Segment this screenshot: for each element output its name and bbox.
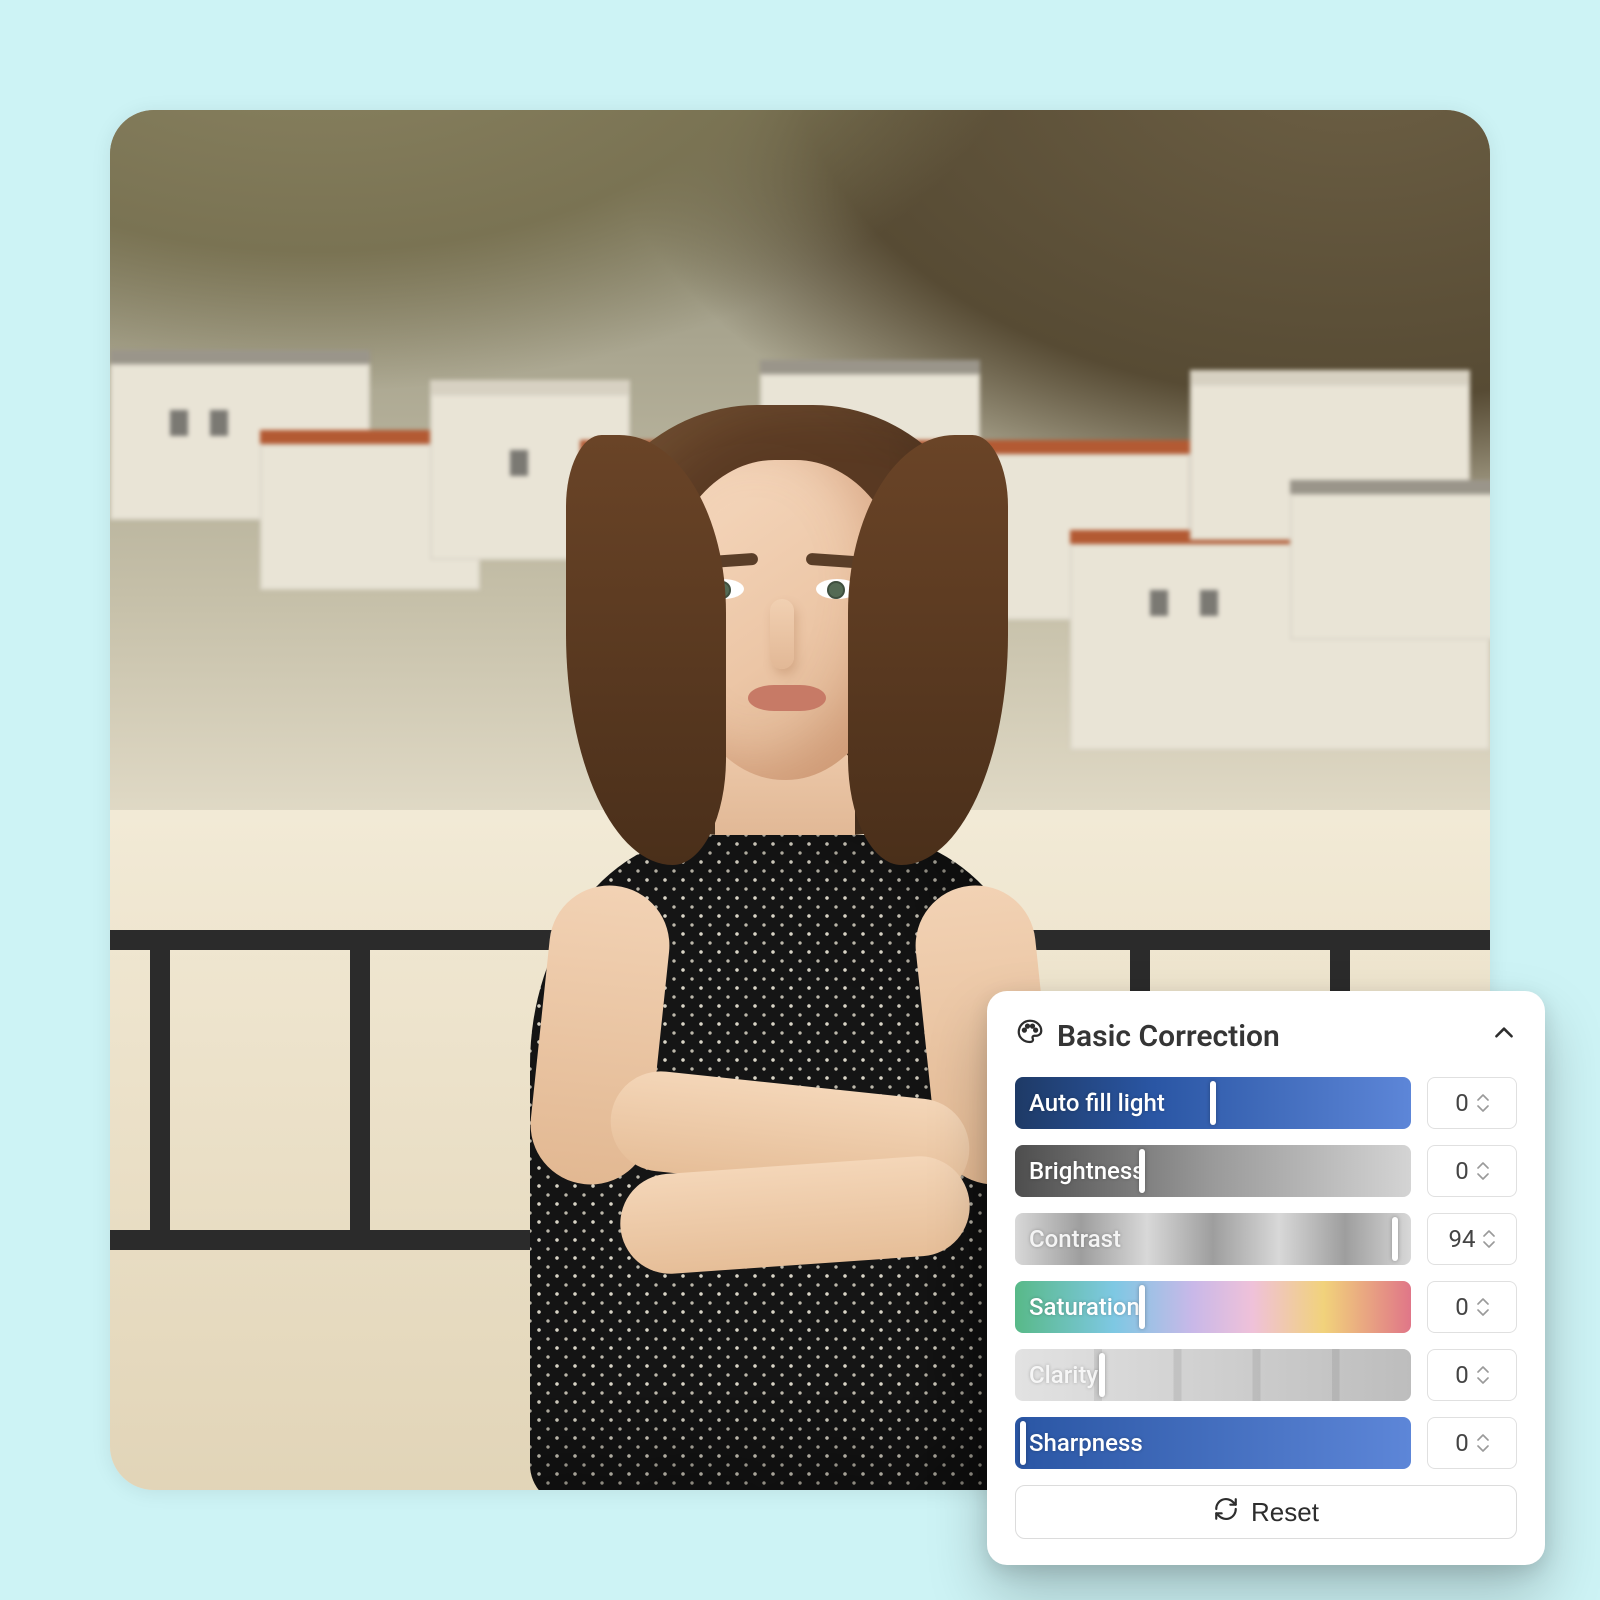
stepper-icon[interactable]: [1477, 1298, 1489, 1316]
clarity-slider[interactable]: Clarity: [1015, 1349, 1411, 1401]
panel-title: Basic Correction: [1057, 1019, 1280, 1054]
sharp-slider[interactable]: Sharpness: [1015, 1417, 1411, 1469]
basic-correction-panel: Basic Correction Auto fill light0Brightn…: [987, 991, 1545, 1565]
reset-button[interactable]: Reset: [1015, 1485, 1517, 1539]
slider-row-clarity: Clarity 0: [1015, 1349, 1517, 1401]
sharp-value: 0: [1455, 1429, 1469, 1457]
autofill-thumb[interactable]: [1210, 1081, 1216, 1125]
bright-thumb[interactable]: [1139, 1149, 1145, 1193]
contrast-value-box[interactable]: 94: [1427, 1213, 1517, 1265]
stepper-icon[interactable]: [1477, 1094, 1489, 1112]
reset-icon: [1213, 1496, 1239, 1529]
stepper-icon[interactable]: [1477, 1366, 1489, 1384]
slider-row-sharp: Sharpness 0: [1015, 1417, 1517, 1469]
palette-icon: [1015, 1017, 1045, 1055]
bright-slider[interactable]: Brightness: [1015, 1145, 1411, 1197]
reset-label: Reset: [1251, 1497, 1319, 1528]
sharp-thumb[interactable]: [1020, 1421, 1026, 1465]
satur-value: 0: [1455, 1293, 1469, 1321]
stepper-icon[interactable]: [1483, 1230, 1495, 1248]
bright-label: Brightness: [1029, 1145, 1145, 1197]
autofill-value: 0: [1455, 1089, 1469, 1117]
autofill-label: Auto fill light: [1029, 1077, 1165, 1129]
contrast-thumb[interactable]: [1392, 1217, 1398, 1261]
sharp-value-box[interactable]: 0: [1427, 1417, 1517, 1469]
clarity-value: 0: [1455, 1361, 1469, 1389]
slider-row-contrast: Contrast 94: [1015, 1213, 1517, 1265]
contrast-label: Contrast: [1029, 1213, 1121, 1265]
clarity-value-box[interactable]: 0: [1427, 1349, 1517, 1401]
stepper-icon[interactable]: [1477, 1434, 1489, 1452]
collapse-icon[interactable]: [1491, 1019, 1517, 1054]
contrast-value: 94: [1449, 1225, 1476, 1253]
satur-thumb[interactable]: [1139, 1285, 1145, 1329]
clarity-thumb[interactable]: [1099, 1353, 1105, 1397]
clarity-label: Clarity: [1029, 1349, 1098, 1401]
slider-row-autofill: Auto fill light 0: [1015, 1077, 1517, 1129]
satur-value-box[interactable]: 0: [1427, 1281, 1517, 1333]
contrast-slider[interactable]: Contrast: [1015, 1213, 1411, 1265]
slider-row-satur: Saturation 0: [1015, 1281, 1517, 1333]
slider-row-bright: Brightness 0: [1015, 1145, 1517, 1197]
stepper-icon[interactable]: [1477, 1162, 1489, 1180]
autofill-value-box[interactable]: 0: [1427, 1077, 1517, 1129]
satur-slider[interactable]: Saturation: [1015, 1281, 1411, 1333]
autofill-slider[interactable]: Auto fill light: [1015, 1077, 1411, 1129]
sharp-label: Sharpness: [1029, 1417, 1143, 1469]
bright-value-box[interactable]: 0: [1427, 1145, 1517, 1197]
satur-label: Saturation: [1029, 1281, 1140, 1333]
bright-value: 0: [1455, 1157, 1469, 1185]
